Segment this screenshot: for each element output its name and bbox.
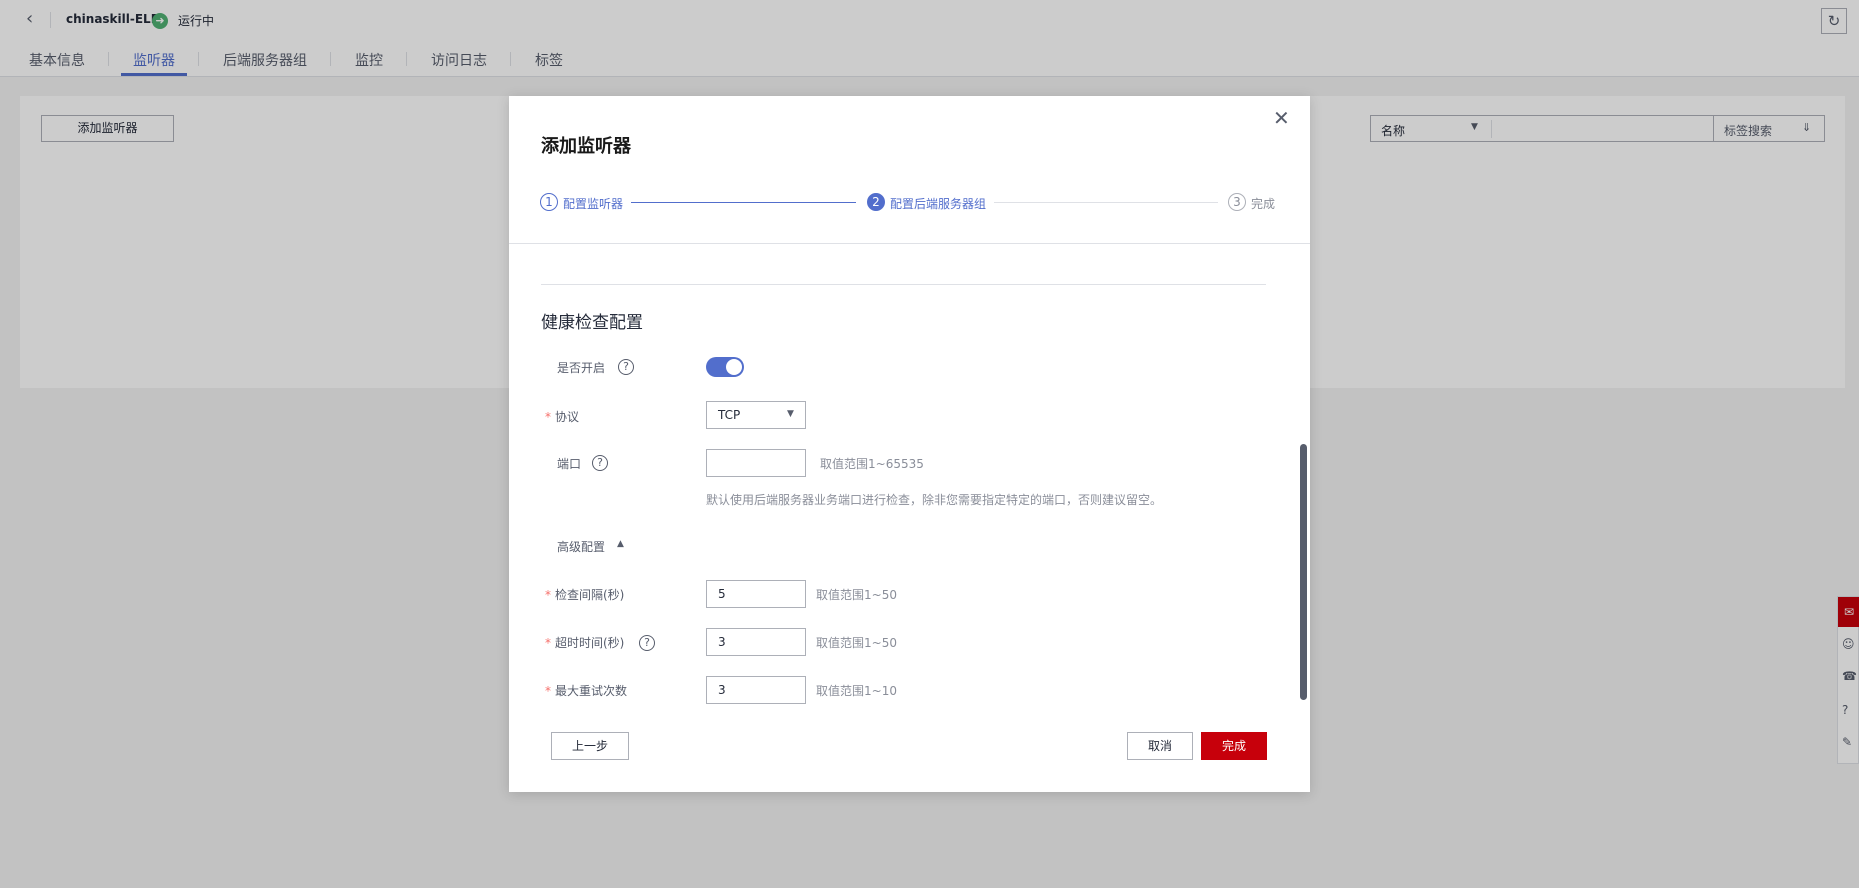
step-3-label: 完成: [1251, 197, 1276, 211]
close-icon[interactable]: ✕: [1273, 108, 1290, 128]
add-listener-dialog: ✕ 添加监听器 1 配置监听器 2 配置后端服务器组 3 完成 健康检查配置 是…: [509, 96, 1310, 792]
cancel-button[interactable]: 取消: [1127, 732, 1193, 760]
port-hint: 取值范围1~65535: [820, 457, 924, 471]
toggle-knob: [726, 359, 742, 375]
step-line-2: [994, 202, 1218, 203]
help-icon[interactable]: ?: [639, 635, 655, 651]
section-divider: [541, 284, 1266, 285]
timeout-hint: 取值范围1~50: [816, 636, 897, 650]
step-line-1: [631, 202, 856, 203]
port-input[interactable]: [706, 449, 806, 477]
step-2-label: 配置后端服务器组: [890, 197, 987, 211]
step-1-circle: 1: [540, 193, 558, 211]
header-divider: [509, 243, 1310, 244]
caret-down-icon: ▼: [787, 409, 794, 419]
interval-input[interactable]: [706, 580, 806, 608]
protocol-value: TCP: [718, 408, 741, 422]
protocol-select[interactable]: TCP ▼: [706, 401, 806, 429]
protocol-label: * 协议: [545, 410, 580, 424]
retry-hint: 取值范围1~10: [816, 684, 897, 698]
help-icon[interactable]: ?: [592, 455, 608, 471]
health-check-toggle[interactable]: [706, 357, 744, 377]
finish-button[interactable]: 完成: [1201, 732, 1267, 760]
timeout-input[interactable]: [706, 628, 806, 656]
previous-step-button[interactable]: 上一步: [551, 732, 629, 760]
retry-input[interactable]: [706, 676, 806, 704]
interval-hint: 取值范围1~50: [816, 588, 897, 602]
step-2-circle: 2: [867, 193, 885, 211]
step-1-label: 配置监听器: [563, 197, 624, 211]
port-label: 端口: [557, 457, 582, 471]
port-note: 默认使用后端服务器业务端口进行检查，除非您需要指定特定的端口，否则建议留空。: [706, 493, 1163, 507]
dialog-scrollbar[interactable]: [1300, 444, 1307, 700]
advanced-config-toggle[interactable]: 高级配置: [557, 538, 605, 555]
retry-label: * 最大重试次数: [545, 684, 628, 698]
step-3-circle: 3: [1228, 193, 1246, 211]
section-title: 健康检查配置: [541, 313, 643, 333]
timeout-label: * 超时时间(秒): [545, 636, 625, 650]
dialog-title: 添加监听器: [541, 136, 631, 157]
help-icon[interactable]: ?: [618, 359, 634, 375]
caret-up-icon[interactable]: ▲: [617, 539, 624, 549]
interval-label: * 检查间隔(秒): [545, 588, 625, 602]
enable-label: 是否开启: [557, 361, 606, 375]
